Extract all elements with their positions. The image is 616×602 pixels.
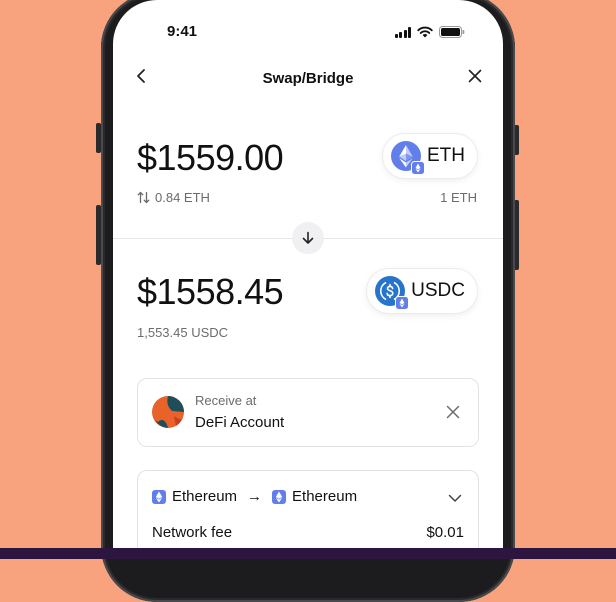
page-title: Swap/Bridge	[262, 70, 354, 87]
usdc-token-icon	[375, 276, 410, 310]
ethereum-network-badge-icon	[395, 296, 410, 310]
status-icons	[394, 26, 466, 38]
from-sub-amount-row[interactable]: 0.84 ETH	[137, 190, 210, 205]
route-arrow-icon: →	[247, 488, 263, 505]
swap-units-icon[interactable]	[137, 191, 150, 204]
receive-account-card[interactable]: Receive at DeFi Account	[137, 378, 479, 447]
route-from-network: Ethereum	[172, 488, 238, 505]
eth-token-icon	[391, 141, 425, 175]
account-avatar-icon	[152, 396, 184, 428]
from-token-selector[interactable]: ETH	[383, 134, 477, 178]
route-to-network: Ethereum	[292, 488, 358, 505]
from-fiat-amount[interactable]: $1559.00	[137, 137, 284, 179]
route-networks: Ethereum → Ethereum	[152, 488, 357, 505]
network-fee-value: $0.01	[426, 524, 464, 541]
phone-screen: 9:41 Swap/Bridge $1559.00 0.84 ETH ETH 1…	[113, 0, 503, 548]
to-sub-amount: 1,553.45 USDC	[137, 325, 229, 340]
status-time: 9:41	[167, 23, 198, 40]
close-icon[interactable]	[444, 403, 462, 421]
from-sub-amount: 0.84 ETH	[155, 190, 210, 205]
close-icon[interactable]	[463, 64, 487, 88]
route-details-card[interactable]: Ethereum → Ethereum Network fee $0.01	[137, 470, 479, 548]
receive-account-name: DeFi Account	[195, 414, 285, 431]
from-rate: 1 ETH	[440, 190, 477, 205]
ethereum-icon	[272, 489, 287, 504]
bottom-bar	[0, 548, 616, 559]
to-token-symbol: USDC	[411, 280, 465, 301]
wifi-icon	[417, 26, 433, 38]
ethereum-icon	[152, 489, 166, 504]
ethereum-network-badge-icon	[411, 161, 425, 175]
to-fiat-amount: $1558.45	[137, 271, 284, 312]
chevron-down-icon[interactable]	[446, 489, 464, 507]
battery-icon	[439, 26, 465, 38]
to-token-selector[interactable]: USDC	[367, 269, 477, 313]
arrow-down-icon	[302, 231, 314, 244]
signal-icon	[394, 26, 411, 38]
receive-label: Receive at	[195, 393, 257, 408]
swap-direction-button[interactable]	[292, 222, 324, 254]
network-fee-label: Network fee	[152, 524, 233, 541]
from-token-symbol: ETH	[427, 145, 465, 166]
